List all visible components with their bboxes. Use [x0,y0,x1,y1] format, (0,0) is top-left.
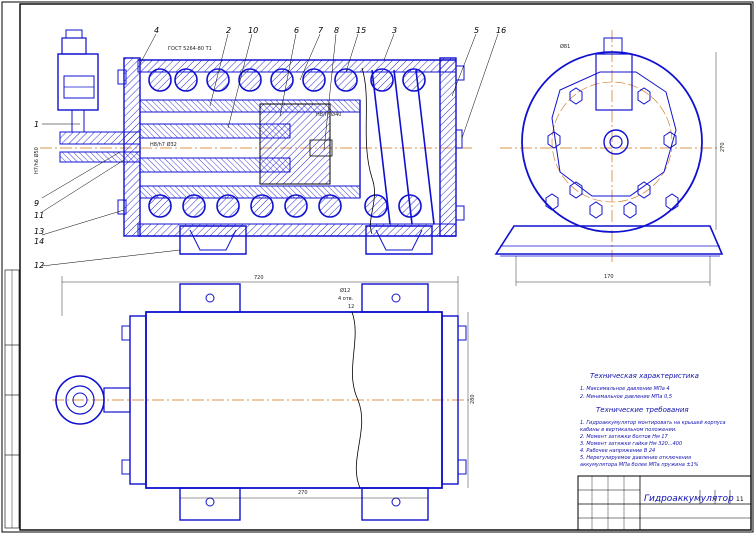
drawing-title: Гидроаккумулятор [644,494,734,504]
callout-11: 11 [34,211,44,220]
overall-length-label: 720 [254,275,264,281]
callout-6: 6 [294,26,299,35]
side-dia-label: Ø81 [560,43,570,50]
bolt-offset-label: 12 [348,304,354,310]
fit-annotation-2: Н8/f7 Ø40 [316,111,341,118]
plan-view [52,276,470,521]
callout-13: 13 [34,227,44,236]
tech-req-line-7: аккумулятора МПа более МПа пружина ±1% [580,462,699,468]
plan-height-label: 280 [470,394,476,404]
callout-4: 4 [154,26,159,35]
tech-req-heading: Технические требования [596,406,689,414]
tech-req-line-4: 3. Момент затяжки гайки Нм 320...400 [580,441,682,447]
side-height-label: 270 [720,142,726,152]
callout-5: 5 [474,26,479,35]
tech-char-line-2: 2. Минимальное давление МПа 0,5 [580,394,672,400]
callout-7: 7 [318,26,324,35]
gost-annotation: ГОСТ 5264-80 Т1 [168,46,212,52]
tech-req-line-5: 4. Рабочее напряжение В 24 [580,448,655,454]
callout-1: 1 [34,120,39,129]
sheet-number: 11 [736,496,744,503]
bolt-span-label: 270 [298,490,308,496]
tech-req-line-1: 1. Гидроаккумулятор монтировать на крыше… [580,420,726,426]
callout-12: 12 [34,261,44,270]
callout-2: 2 [226,26,231,35]
callout-16: 16 [496,26,506,35]
bolt-count-label: 4 отв. [338,296,354,302]
bolt-hole-label: Ø12 [340,287,350,294]
tech-characteristics: Техническая характеристика 1. Максимальн… [580,372,699,400]
side-view [494,30,724,286]
callout-3: 3 [392,26,397,35]
tech-req-line-3: 2. Момент затяжки болтов Нм 17 [580,434,669,440]
base-width-label: 170 [604,274,614,280]
callout-14: 14 [34,237,44,246]
tech-req-line-2: кабины в вертикальном положении. [580,427,677,433]
callout-10: 10 [248,26,258,35]
technical-drawing-sheet: 1 2 3 4 5 6 7 8 9 10 11 12 13 14 15 16 Г… [1,1,754,533]
fit-annotation-1: Н8/h7 Ø32 [150,141,177,148]
tech-char-heading: Техническая характеристика [590,372,699,380]
section-view [40,29,475,255]
fit-annotation-3: Н7/h6 Ø50 [33,147,40,174]
tech-char-line-1: 1. Максимальное давление МПа 4 [580,386,670,392]
tech-requirements: Технические требования 1. Гидроаккумулят… [580,406,726,468]
callout-15: 15 [356,26,366,35]
callout-9: 9 [34,199,39,208]
callout-8: 8 [334,26,339,35]
tech-req-line-6: 5. Нерегулируемое давление отключения [580,455,691,461]
